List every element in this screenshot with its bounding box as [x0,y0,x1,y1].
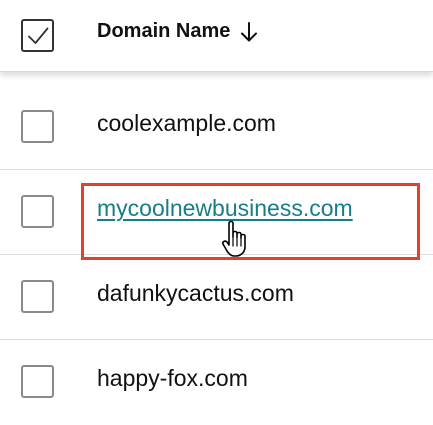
domain-name[interactable]: happy-fox.com [97,365,248,392]
column-header-domain-name: Domain Name [97,20,231,42]
checkmark-icon [28,27,49,44]
domain-name[interactable]: dafunkycactus.com [97,280,294,307]
table-row: happy-fox.com [0,340,433,425]
table-row: dafunkycactus.com [0,255,433,340]
row-checkbox[interactable] [21,195,54,228]
row-checkbox[interactable] [21,280,54,313]
row-checkbox[interactable] [21,365,54,398]
table-header: Domain Name [0,0,433,72]
domain-name[interactable]: coolexample.com [97,110,276,137]
sort-domain-name-button[interactable]: Domain Name [97,20,258,43]
table-row: coolexample.com [0,85,433,170]
select-all-checkbox[interactable] [21,19,54,52]
arrow-down-icon [241,21,258,41]
row-checkbox[interactable] [21,110,54,143]
hand-pointer-icon [222,220,246,257]
